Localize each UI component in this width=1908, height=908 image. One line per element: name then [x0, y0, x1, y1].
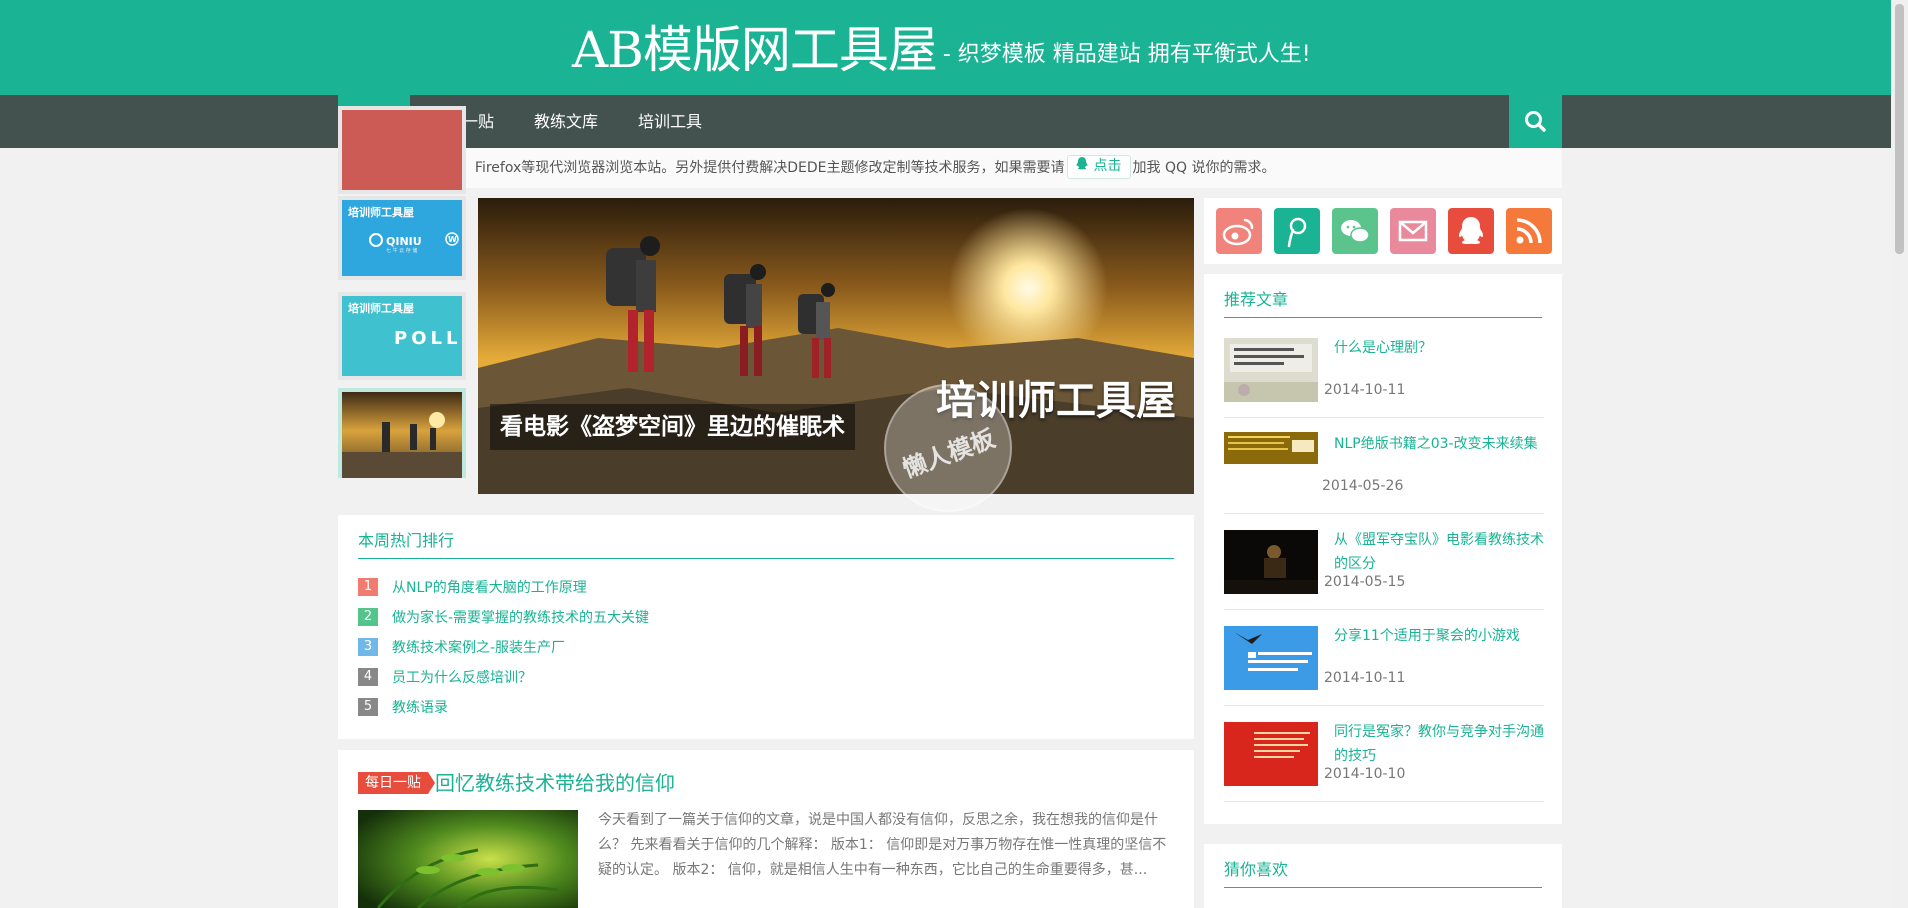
recommend-item[interactable]: 同行是冤家？教你与竞争对手沟通的技巧 2014-10-10: [1224, 706, 1544, 802]
thumb-hikers-image: [342, 392, 462, 478]
divider: [1224, 887, 1542, 888]
site-title[interactable]: AB模版网工具屋: [572, 21, 938, 79]
recommend-thumbnail[interactable]: [1224, 338, 1318, 402]
tencent-weibo-button[interactable]: [1274, 208, 1320, 254]
scrollbar[interactable]: [1891, 0, 1908, 908]
svg-text:W: W: [448, 235, 457, 244]
recommend-thumbnail[interactable]: [1224, 626, 1318, 690]
notice-text-after: 加我 QQ 说你的需求。: [1132, 160, 1276, 176]
recommend-title[interactable]: NLP绝版书籍之03-改变未来续集: [1334, 432, 1546, 456]
rank-badge: 4: [358, 668, 378, 686]
thumb-caption: 培训师工具屋: [348, 206, 414, 219]
main-nav: 首页 每日一贴 教练文库 培训工具: [0, 95, 1908, 148]
recommend-thumbnail[interactable]: [1224, 530, 1318, 594]
divider: [358, 558, 1174, 559]
scrollbar-thumb[interactable]: [1895, 4, 1904, 254]
qq-icon: [1458, 217, 1484, 245]
hot-list-item[interactable]: 3 教练技术案例之-服装生产厂: [358, 638, 649, 668]
site-slogan: - 织梦模板 精品建站 拥有平衡式人生!: [942, 42, 1311, 67]
hot-item-title[interactable]: 教练语录: [392, 698, 448, 718]
mail-icon: [1398, 220, 1428, 242]
qiniu-logo: QINIU 七 牛 云 存 储 W: [369, 232, 459, 254]
panel-title: 推荐文章: [1224, 290, 1289, 309]
recommend-item[interactable]: 从《盟军夺宝队》电影看教练技术的区分 2014-05-15: [1224, 514, 1544, 610]
search-button[interactable]: [1509, 95, 1562, 148]
site-header: AB模版网工具屋 - 织梦模板 精品建站 拥有平衡式人生!: [0, 0, 1908, 95]
site-brand[interactable]: AB模版网工具屋 - 织梦模板 精品建站 拥有平衡式人生!: [572, 10, 1311, 82]
recommend-date: 2014-10-10: [1324, 766, 1406, 782]
weibo-button[interactable]: [1216, 208, 1262, 254]
mail-button[interactable]: [1390, 208, 1436, 254]
recommend-title[interactable]: 分享11个适用于聚会的小游戏: [1334, 624, 1546, 648]
qq-contact-button[interactable]: 点击: [1066, 155, 1131, 179]
hot-item-title[interactable]: 从NLP的角度看大脑的工作原理: [392, 578, 587, 598]
hot-item-title[interactable]: 员工为什么反感培训？: [392, 668, 532, 688]
guess-you-like-panel: 猜你喜欢: [1204, 844, 1562, 908]
watermark: 懒人模板: [884, 384, 1012, 512]
rss-button[interactable]: [1506, 208, 1552, 254]
recommend-item[interactable]: 分享11个适用于聚会的小游戏 2014-10-11: [1224, 610, 1544, 706]
category-badge[interactable]: 每日一贴: [358, 772, 435, 794]
social-links: [1204, 198, 1562, 264]
hot-list-item[interactable]: 1 从NLP的角度看大脑的工作原理: [358, 578, 649, 608]
hot-list-item[interactable]: 2 做为家长-需要掌握的教练技术的五大关键: [358, 608, 649, 638]
recommend-thumbnail[interactable]: [1224, 432, 1318, 464]
weibo-icon: [1222, 218, 1254, 246]
slider-thumb-3[interactable]: 培训师工具屋 POLL: [338, 292, 466, 380]
notice-text: 请在Chrome、Firefox等现代浏览器浏览本站。另外提供付费解决DEDE主…: [378, 160, 1065, 176]
recommend-title[interactable]: 什么是心理剧？: [1334, 336, 1546, 360]
recommend-date: 2014-10-11: [1324, 382, 1406, 398]
slider-thumbnails: 培训师工具屋 QINIU 七 牛 云 存 储 W 培训师工具屋 POLL: [338, 106, 466, 494]
notice-bar: 请在Chrome、Firefox等现代浏览器浏览本站。另外提供付费解决DEDE主…: [338, 148, 1562, 188]
divider: [1224, 317, 1542, 318]
hot-item-title[interactable]: 教练技术案例之-服装生产厂: [392, 638, 565, 658]
recommend-item[interactable]: 什么是心理剧？ 2014-10-11: [1224, 322, 1544, 418]
panel-title: 本周热门排行: [358, 531, 455, 550]
slider-thumb-4-active[interactable]: [338, 388, 466, 478]
tencent-weibo-icon: [1287, 217, 1307, 248]
article-card: 每日一贴 回忆教练技术带给我的信仰 今天看到了一篇关于信仰的文章，说是中国人都没…: [338, 750, 1194, 908]
qq-button[interactable]: [1448, 208, 1494, 254]
recommend-date: 2014-10-11: [1324, 670, 1406, 686]
article-thumbnail[interactable]: [358, 810, 578, 908]
thumb-caption: 培训师工具屋: [348, 302, 414, 315]
rss-icon: [1516, 218, 1542, 244]
rank-badge: 2: [358, 608, 378, 626]
recommend-date: 2014-05-26: [1322, 478, 1404, 494]
article-title[interactable]: 回忆教练技术带给我的信仰: [435, 767, 675, 796]
recommended-articles: 推荐文章 什么是心理剧？ 2014-10-11 NLP绝版书籍之03-改变未来续…: [1204, 274, 1562, 824]
rank-badge: 1: [358, 578, 378, 596]
article-excerpt: 今天看到了一篇关于信仰的文章，说是中国人都没有信仰，反思之余，我在想我的信仰是什…: [598, 812, 1167, 878]
wechat-icon: [1341, 220, 1370, 243]
hot-list-item[interactable]: 5 教练语录: [358, 698, 649, 728]
poll-logo: POLL: [394, 328, 462, 349]
fern-image: [358, 810, 578, 908]
slider-thumb-2[interactable]: 培训师工具屋 QINIU 七 牛 云 存 储 W: [338, 196, 466, 280]
featured-slide[interactable]: 培训师工具屋 看电影《盗梦空间》里边的催眠术: [478, 198, 1194, 494]
nav-item-training-tools[interactable]: 培训工具: [618, 95, 722, 148]
qq-button-label: 点击: [1093, 158, 1122, 174]
svg-text:七 牛 云 存 储: 七 牛 云 存 储: [386, 247, 417, 254]
recommend-title[interactable]: 同行是冤家？教你与竞争对手沟通的技巧: [1334, 720, 1546, 768]
hot-item-title[interactable]: 做为家长-需要掌握的教练技术的五大关键: [392, 608, 649, 628]
recommend-date: 2014-05-15: [1324, 574, 1406, 590]
recommend-item[interactable]: NLP绝版书籍之03-改变未来续集 2014-05-26: [1224, 418, 1544, 514]
recommend-title[interactable]: 从《盟军夺宝队》电影看教练技术的区分: [1334, 528, 1546, 576]
nav-item-coach-library[interactable]: 教练文库: [514, 95, 618, 148]
rank-badge: 3: [358, 638, 378, 656]
hot-list-item[interactable]: 4 员工为什么反感培训？: [358, 668, 649, 698]
rank-badge: 5: [358, 698, 378, 716]
slider-thumb-1[interactable]: [338, 106, 466, 194]
slide-caption[interactable]: 看电影《盗梦空间》里边的催眠术: [490, 404, 855, 450]
svg-text:QINIU: QINIU: [386, 235, 422, 248]
weekly-hot-panel: 本周热门排行 1 从NLP的角度看大脑的工作原理 2 做为家长-需要掌握的教练技…: [338, 515, 1194, 739]
panel-title: 猜你喜欢: [1224, 860, 1289, 879]
wechat-button[interactable]: [1332, 208, 1378, 254]
qq-icon: [1076, 157, 1087, 170]
recommend-thumbnail[interactable]: [1224, 722, 1318, 786]
search-icon: [1525, 111, 1546, 132]
